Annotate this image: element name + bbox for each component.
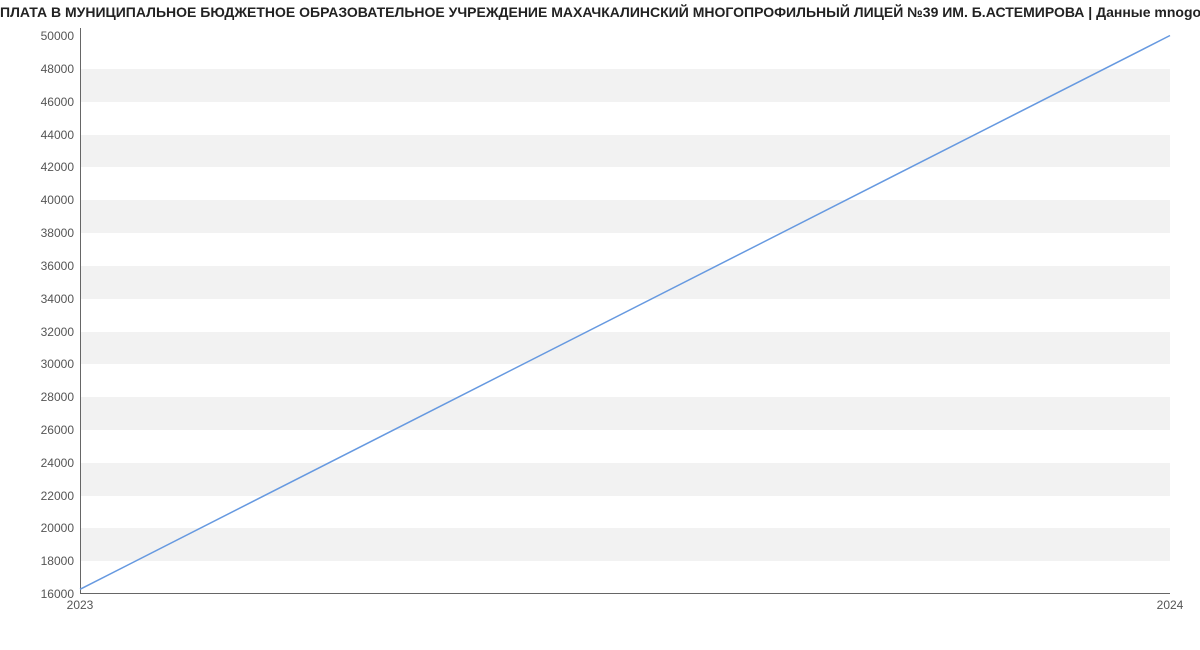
y-tick-label: 48000 [4, 62, 74, 76]
y-tick-label: 42000 [4, 160, 74, 174]
y-tick-label: 50000 [4, 29, 74, 43]
y-tick-label: 46000 [4, 95, 74, 109]
x-tick-label: 2023 [67, 598, 94, 612]
x-tick-label: 2024 [1157, 598, 1184, 612]
y-tick-label: 36000 [4, 259, 74, 273]
chart-title: ПЛАТА В МУНИЦИПАЛЬНОЕ БЮДЖЕТНОЕ ОБРАЗОВА… [0, 4, 1200, 20]
y-tick-label: 28000 [4, 390, 74, 404]
data-line [80, 36, 1170, 590]
y-tick-label: 24000 [4, 456, 74, 470]
y-tick-label: 38000 [4, 226, 74, 240]
y-tick-label: 20000 [4, 521, 74, 535]
y-tick-label: 26000 [4, 423, 74, 437]
y-tick-label: 32000 [4, 325, 74, 339]
y-tick-label: 40000 [4, 193, 74, 207]
line-series [80, 28, 1170, 594]
y-tick-label: 44000 [4, 128, 74, 142]
y-tick-label: 16000 [4, 587, 74, 601]
chart-container: ПЛАТА В МУНИЦИПАЛЬНОЕ БЮДЖЕТНОЕ ОБРАЗОВА… [0, 0, 1200, 650]
y-tick-label: 34000 [4, 292, 74, 306]
y-tick-label: 30000 [4, 357, 74, 371]
y-tick-label: 22000 [4, 489, 74, 503]
y-tick-label: 18000 [4, 554, 74, 568]
